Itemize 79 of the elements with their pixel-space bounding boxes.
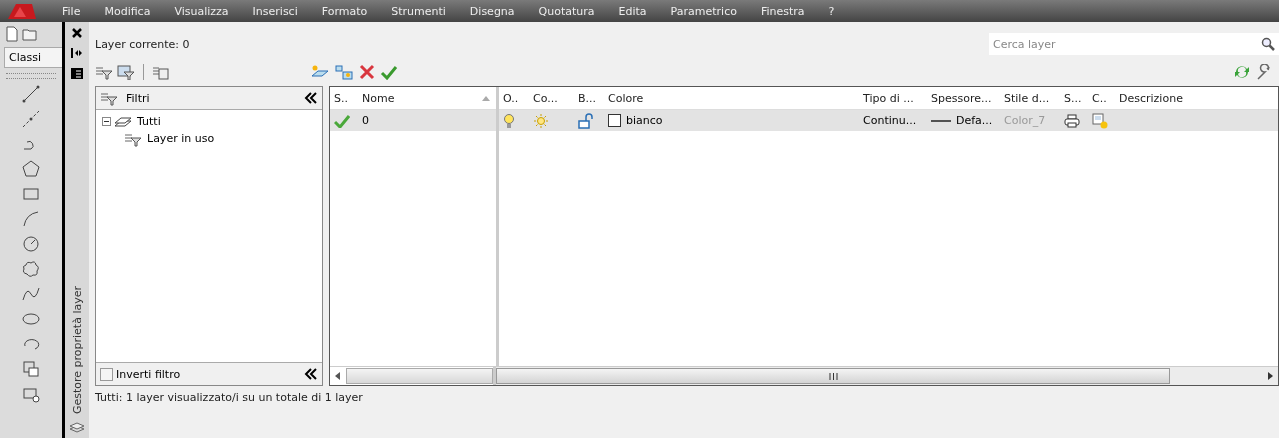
column-header[interactable]: S.. xyxy=(330,91,358,105)
tree-item[interactable]: Tutti xyxy=(135,115,163,128)
column-header[interactable]: Nome xyxy=(362,91,395,105)
new-layer-icon[interactable] xyxy=(310,64,330,80)
tree-item[interactable]: Layer in uso xyxy=(145,132,217,145)
menu-item[interactable]: File xyxy=(50,4,93,18)
lock-open-icon[interactable] xyxy=(578,112,594,129)
viewport-sun-icon[interactable] xyxy=(1092,112,1108,129)
palette-title: Gestore proprietà layer xyxy=(70,285,84,414)
state-manager-icon[interactable] xyxy=(152,64,170,80)
scroll-right-arrow-icon[interactable] xyxy=(1266,372,1274,380)
construction-line-icon[interactable] xyxy=(21,109,41,129)
column-header[interactable]: Colore xyxy=(604,91,859,105)
new-file-icon[interactable] xyxy=(4,26,20,42)
column-header[interactable]: S... xyxy=(1060,91,1088,105)
delete-icon[interactable] xyxy=(358,64,376,80)
scrollbar-thumb[interactable] xyxy=(496,368,1170,384)
column-header[interactable]: C.. xyxy=(1088,91,1115,105)
group-filter-icon[interactable] xyxy=(117,64,135,80)
column-header[interactable]: Descrizione xyxy=(1115,91,1205,105)
search-icon[interactable] xyxy=(1261,37,1275,51)
bulb-on-icon[interactable] xyxy=(503,112,515,129)
circle-icon[interactable] xyxy=(21,234,41,254)
printer-icon[interactable] xyxy=(1064,112,1080,129)
sort-arrow-icon xyxy=(482,95,490,101)
column-header[interactable]: O.. xyxy=(499,91,529,105)
current-layer-label: Layer corrente: 0 xyxy=(95,37,190,51)
menu-item[interactable]: ? xyxy=(816,4,847,18)
menu-item[interactable]: Visualizza xyxy=(162,4,241,18)
menu-item[interactable]: Edita xyxy=(606,4,659,18)
new-viewport-layer-icon[interactable] xyxy=(334,64,354,80)
lineweight-line-icon xyxy=(931,117,951,124)
lineweight-text: Defa... xyxy=(956,114,993,127)
checkbox-label: Inverti filtro xyxy=(116,367,181,381)
grip-icon xyxy=(828,372,838,380)
scrollbar-thumb[interactable] xyxy=(346,368,493,384)
menu-item[interactable]: Strumenti xyxy=(379,4,458,18)
menu-item[interactable]: Inserisci xyxy=(240,4,310,18)
auto-hide-icon[interactable] xyxy=(70,46,84,60)
color-swatch[interactable] xyxy=(608,114,621,127)
line-icon[interactable] xyxy=(21,84,41,104)
status-text: Tutti: 1 layer visualizzato/i su un totale di 1 layer xyxy=(94,390,364,406)
menu-item[interactable]: Formato xyxy=(309,4,380,18)
column-header[interactable]: Tipo di ... xyxy=(859,91,927,105)
search-field[interactable]: Cerca layer xyxy=(989,33,1257,55)
layer-name: 0 xyxy=(362,114,369,127)
color-name: bianco xyxy=(626,114,663,127)
invert-filter-checkbox[interactable] xyxy=(100,367,113,381)
collapse-chevron-icon[interactable] xyxy=(304,368,318,380)
filter-icon[interactable] xyxy=(95,64,113,80)
scroll-left-arrow-icon[interactable] xyxy=(334,372,342,380)
cloud-icon[interactable] xyxy=(21,259,41,279)
layers-icon xyxy=(69,420,85,434)
table-row[interactable]: bianco Continu... Defa... Color_7 xyxy=(499,110,1278,131)
menu-item[interactable]: Finestra xyxy=(748,4,817,18)
block-insert-icon[interactable] xyxy=(21,359,41,379)
properties-icon[interactable] xyxy=(70,66,84,80)
column-header[interactable]: Spessore... xyxy=(927,91,1000,105)
refresh-icon[interactable] xyxy=(1233,64,1251,80)
close-icon[interactable] xyxy=(70,26,84,40)
menu-item[interactable]: Parametrico xyxy=(658,4,749,18)
folder-icon[interactable] xyxy=(22,26,38,42)
set-current-check-icon[interactable] xyxy=(380,64,398,80)
plot-style-text: Color_7 xyxy=(1004,114,1046,127)
collapse-box-icon[interactable] xyxy=(102,117,111,126)
menu-item[interactable]: Quotatura xyxy=(526,4,607,18)
table-row[interactable]: 0 xyxy=(330,110,496,131)
collapse-chevron-icon[interactable] xyxy=(304,92,318,104)
workspace-dropdown[interactable]: Classi xyxy=(4,47,62,68)
arc-icon[interactable] xyxy=(21,209,41,229)
tree-header-label: Filtri xyxy=(126,91,150,105)
polygon-icon[interactable] xyxy=(21,159,41,179)
filter-icon xyxy=(100,90,118,106)
column-header[interactable]: Stile d... xyxy=(1000,91,1060,105)
menu-item[interactable]: Disegna xyxy=(457,4,527,18)
menu-item[interactable]: Modifica xyxy=(92,4,163,18)
column-header[interactable]: B... xyxy=(574,91,604,105)
column-header[interactable]: Co... xyxy=(529,91,574,105)
linetype-text: Continu... xyxy=(863,114,917,127)
